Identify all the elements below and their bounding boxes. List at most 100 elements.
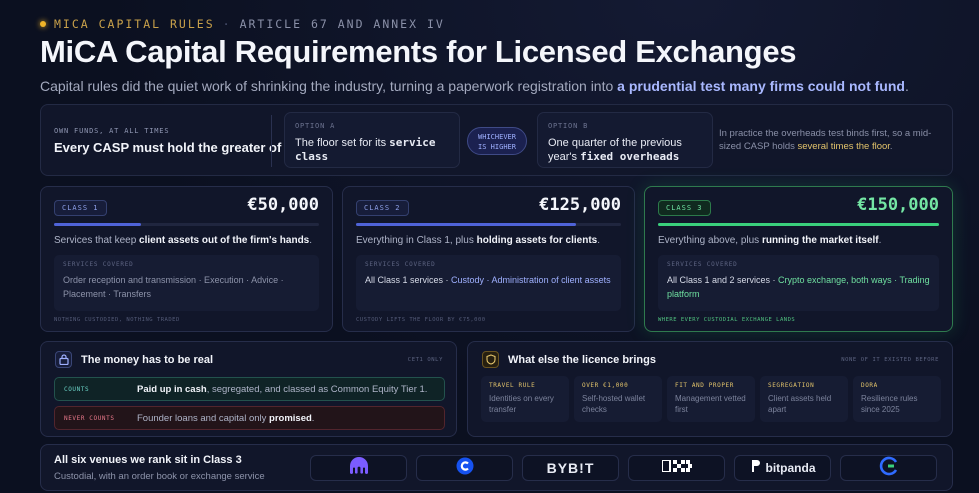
venue-logos: BYB!T bitpanda (310, 455, 937, 481)
services-text: All Class 1 and 2 services · Crypto exch… (667, 273, 930, 301)
own-funds-rule: OWN FUNDS, AT ALL TIMES Every CASP must … (40, 104, 953, 176)
services-text: All Class 1 services · Custody · Adminis… (365, 273, 612, 287)
capital-bar (658, 223, 939, 226)
licence-panel: What else the licence brings NONE OF IT … (467, 341, 953, 437)
licence-tile: DORA Resilience rules since 2025 (853, 376, 941, 422)
status-dot-icon (40, 21, 46, 27)
never-counts-row: NEVER COUNTS Founder loans and capital o… (54, 406, 445, 430)
services-caption: SERVICES COVERED (63, 261, 134, 268)
services-caption: SERVICES COVERED (667, 261, 738, 268)
rule-lead-text: Every CASP must hold the greater of (54, 140, 282, 155)
class-description: Services that keep client assets out of … (54, 235, 312, 246)
option-b-card: OPTION B One quarter of the previous yea… (537, 112, 713, 168)
desc-lead: Everything above, plus (658, 235, 762, 246)
money-meta: CET1 ONLY (407, 357, 443, 363)
option-a-label: OPTION A (295, 122, 336, 130)
option-a-plain: The floor set for its (295, 137, 390, 149)
counts-bold: Paid up in cash (137, 383, 207, 395)
capital-bar-fill (356, 223, 576, 226)
shield-icon (482, 351, 499, 368)
counts-rest: , segregated, and classed as Common Equi… (206, 383, 428, 395)
rule-note: In practice the overheads test binds fir… (719, 127, 947, 153)
services-box: SERVICES COVERED Order reception and tra… (54, 255, 319, 311)
pill-line-1: WHICHEVER (478, 133, 516, 141)
venues-strip: All six venues we rank sit in Class 3 Cu… (40, 444, 953, 491)
class-amount: €150,000 (857, 195, 939, 215)
page-subtitle: Capital rules did the quiet work of shri… (40, 78, 909, 94)
class-1-card: CLASS 1 €50,000 Services that keep clien… (40, 186, 333, 332)
option-a-card: OPTION A The floor set for its service c… (284, 112, 460, 168)
note-tail: . (889, 141, 893, 152)
venue-logo-bitpanda[interactable]: bitpanda (734, 455, 831, 481)
divider (271, 115, 272, 167)
class-amount: €50,000 (247, 195, 319, 215)
venue-logo-coinbase[interactable] (416, 455, 513, 481)
capital-bar (54, 223, 319, 226)
venue-logo-bybit[interactable]: BYB!T (522, 455, 619, 481)
money-title: The money has to be real (81, 354, 214, 366)
services-text: Order reception and transmission · Execu… (63, 275, 284, 299)
venue-logo-crypto-com[interactable] (840, 455, 937, 481)
rule-lead: OWN FUNDS, AT ALL TIMES Every CASP must … (54, 127, 281, 155)
services-box: SERVICES COVERED All Class 1 and 2 servi… (658, 255, 939, 311)
bybit-logo-icon: BYB!T (546, 460, 595, 476)
eyebrow-separator: · (222, 17, 232, 31)
services-plain: All Class 1 and 2 services · (667, 275, 779, 285)
tile-title: SEGREGATION (768, 382, 815, 389)
subtitle-tail: . (904, 78, 909, 94)
bitpanda-logo-icon: bitpanda (765, 461, 816, 475)
counts-label: COUNTS (64, 385, 90, 393)
services-highlight: Custody · Administration of client asset… (451, 275, 611, 285)
tile-desc: Identities on every transfer (489, 394, 554, 414)
venues-subtitle: Custodial, with an order book or exchang… (54, 471, 265, 482)
never-counts-text: Founder loans and capital only promised. (137, 413, 314, 424)
tile-desc: Management vetted first (675, 394, 746, 414)
tile-title: DORA (861, 382, 878, 389)
capital-bar-fill (54, 223, 142, 226)
note-highlight: several times the floor (797, 141, 890, 152)
class-badge: CLASS 2 (356, 200, 409, 216)
desc-bold: running the market itself (761, 235, 879, 246)
bitpanda-mark-icon (750, 459, 762, 478)
desc-tail: . (309, 235, 313, 246)
never-counts-label: NEVER COUNTS (64, 414, 115, 422)
desc-lead: Services that keep (54, 235, 140, 246)
option-b-code: fixed overheads (580, 150, 680, 163)
class-description: Everything in Class 1, plus holding asse… (356, 235, 600, 246)
tile-title: FIT AND PROPER (675, 382, 734, 389)
counts-row: COUNTS Paid up in cash, segregated, and … (54, 377, 445, 401)
class-description: Everything above, plus running the marke… (658, 235, 881, 246)
desc-bold: client assets out of the firm's hands (139, 235, 310, 246)
licence-tile: TRAVEL RULE Identities on every transfer (481, 376, 569, 422)
whichever-higher-pill: WHICHEVER IS HIGHER (467, 127, 527, 155)
never-tail: . (311, 412, 315, 424)
lock-icon (55, 351, 72, 368)
class-badge: CLASS 1 (54, 200, 107, 216)
kraken-logo-icon (348, 456, 370, 480)
class-amount: €125,000 (539, 195, 621, 215)
venue-logo-okx[interactable] (628, 455, 725, 481)
desc-lead: Everything in Class 1, plus (356, 235, 477, 246)
subtitle-highlight: a prudential test many firms could not f… (617, 78, 905, 94)
class-2-card: CLASS 2 €125,000 Everything in Class 1, … (342, 186, 635, 332)
class-footer: WHERE EVERY CUSTODIAL EXCHANGE LANDS (658, 317, 796, 323)
capital-bar (356, 223, 621, 226)
eyebrow: MICA CAPITAL RULES · ARTICLE 67 AND ANNE… (40, 17, 445, 31)
class-3-card: CLASS 3 €150,000 Everything above, plus … (644, 186, 953, 332)
option-a-text: The floor set for its service class (295, 136, 449, 164)
crypto-com-logo-icon (879, 456, 899, 481)
venue-logo-kraken[interactable] (310, 455, 407, 481)
services-box: SERVICES COVERED All Class 1 services · … (356, 255, 621, 311)
okx-logo-icon (660, 459, 692, 477)
licence-tiles: TRAVEL RULE Identities on every transfer … (481, 376, 941, 422)
licence-title: What else the licence brings (508, 354, 656, 366)
option-b-label: OPTION B (548, 122, 589, 130)
tile-desc: Client assets held apart (768, 394, 832, 414)
money-panel: The money has to be real CET1 ONLY COUNT… (40, 341, 457, 437)
eyebrow-secondary: ARTICLE 67 AND ANNEX IV (239, 17, 445, 31)
subtitle-lead: Capital rules did the quiet work of shri… (40, 78, 618, 94)
capital-bar-fill (658, 223, 939, 226)
rule-caption: OWN FUNDS, AT ALL TIMES (54, 127, 170, 135)
option-b-text: One quarter of the previous year's fixed… (548, 136, 702, 164)
counts-text: Paid up in cash, segregated, and classed… (137, 384, 427, 395)
